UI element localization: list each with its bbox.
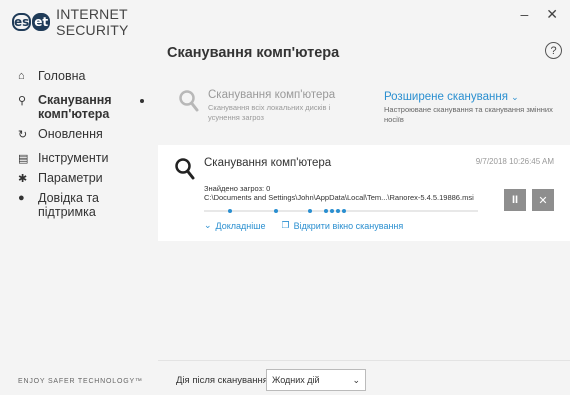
computer-scan-subtitle: Сканування всіх локальних дисків і усуне… <box>208 103 331 122</box>
eset-logo: es et INTERNET SECURITY <box>12 6 158 38</box>
sidebar-item-label: Головна <box>38 69 86 83</box>
stop-button[interactable]: ✕ <box>532 189 554 211</box>
advanced-scan-title: Розширене сканування ⌄ <box>384 91 519 103</box>
scan-title: Сканування комп'ютера <box>204 157 332 169</box>
sidebar-item-label: Параметри <box>38 171 103 185</box>
window-icon: ❐ <box>281 220 290 230</box>
search-icon: ⚲ <box>18 95 27 107</box>
chevron-down-icon: ⌄ <box>204 220 212 230</box>
window-controls: – ✕ <box>520 6 558 23</box>
computer-scan-title: Сканування комп'ютера <box>208 89 336 101</box>
computer-scan-option[interactable]: Сканування комп'ютера Сканування всіх ло… <box>178 89 358 123</box>
open-scan-window-link[interactable]: ❐ Відкрити вікно сканування <box>282 220 404 231</box>
sidebar-item-label: Оновлення <box>38 127 103 141</box>
pause-button[interactable]: II <box>504 189 526 211</box>
sidebar-item-label: Сканування комп'ютера <box>38 93 112 121</box>
close-button[interactable]: ✕ <box>546 6 558 23</box>
current-file-path: C:\Documents and Settings\John\AppData\L… <box>204 193 474 202</box>
toolbox-icon: ▤ <box>18 153 29 165</box>
product-name: INTERNET SECURITY <box>56 6 129 38</box>
page-title: Сканування комп'ютера <box>167 45 340 61</box>
scan-timestamp: 9/7/2018 10:26:45 AM <box>475 157 554 166</box>
advanced-scan-option[interactable]: Розширене сканування ⌄ Настроюване скану… <box>384 91 554 125</box>
scan-progress-bar <box>204 208 478 214</box>
sidebar-item-computer-scan[interactable]: ⚲ Сканування комп'ютера <box>0 90 144 124</box>
details-link[interactable]: ⌄ Докладніше <box>204 220 266 231</box>
chevron-down-icon: ⌄ <box>511 92 519 102</box>
threats-found: Знайдено загроз: 0 <box>204 184 271 193</box>
app-window: es et INTERNET SECURITY ⌂ Головна ⚲ Скан… <box>0 0 570 395</box>
after-scan-label: Дія після сканування <box>176 375 268 386</box>
help-button[interactable]: ? <box>545 42 562 59</box>
minimize-button[interactable]: – <box>520 6 528 23</box>
refresh-icon: ↻ <box>18 129 28 141</box>
sidebar: es et INTERNET SECURITY ⌂ Головна ⚲ Скан… <box>0 0 158 395</box>
advanced-scan-subtitle: Настроюване сканування та сканування змі… <box>384 105 553 124</box>
home-icon: ⌂ <box>18 70 25 82</box>
chevron-down-icon: ⌄ <box>352 374 360 385</box>
info-icon: ● <box>18 192 25 204</box>
sidebar-nav: ⌂ Головна ⚲ Сканування комп'ютера ↻ Онов… <box>0 66 158 222</box>
scan-options: Сканування комп'ютера Сканування всіх ло… <box>158 86 570 136</box>
sidebar-item-label: Інструменти <box>38 151 109 165</box>
scan-progress-panel: Сканування комп'ютера 9/7/2018 10:26:45 … <box>158 145 570 241</box>
gear-icon: ✱ <box>18 173 28 185</box>
sidebar-item-update[interactable]: ↻ Оновлення <box>0 124 158 144</box>
sidebar-item-settings[interactable]: ✱ Параметри <box>0 168 158 188</box>
after-scan-select[interactable]: Жодних дій ⌄ <box>266 369 366 391</box>
sidebar-item-tools[interactable]: ▤ Інструменти <box>0 148 158 168</box>
magnifier-icon <box>175 158 195 180</box>
active-indicator <box>140 99 144 103</box>
sidebar-item-help[interactable]: ● Довідка та підтримка <box>0 188 158 222</box>
tagline: ENJOY SAFER TECHNOLOGY™ <box>18 378 143 385</box>
logo-et: et <box>32 13 51 31</box>
magnifier-icon <box>179 90 199 112</box>
sidebar-item-home[interactable]: ⌂ Головна <box>0 66 158 86</box>
sidebar-item-label: Довідка та підтримка <box>38 191 99 219</box>
scan-links: ⌄ Докладніше ❐ Відкрити вікно сканування <box>204 220 403 231</box>
logo-es: es <box>12 13 32 31</box>
bottom-bar: Дія після сканування Жодних дій ⌄ <box>158 360 570 395</box>
